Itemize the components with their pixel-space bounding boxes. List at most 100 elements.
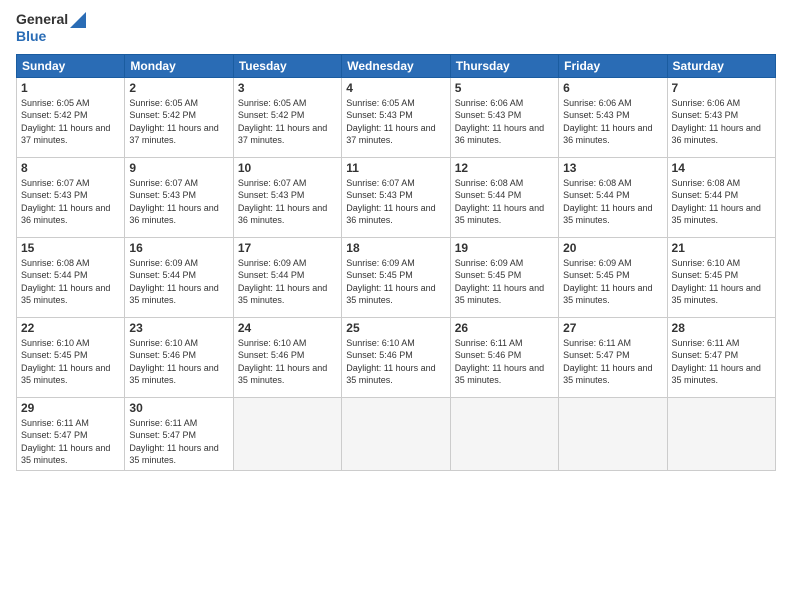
day-of-week-header: Friday xyxy=(559,54,667,77)
logo-general: General xyxy=(16,12,68,27)
day-number: 20 xyxy=(563,241,662,255)
sunrise-label: Sunrise: 6:10 AM xyxy=(672,258,741,268)
sunset-label: Sunset: 5:45 PM xyxy=(563,270,630,280)
daylight-label: Daylight: 11 hours and 35 minutes. xyxy=(21,283,110,306)
daylight-label: Daylight: 11 hours and 36 minutes. xyxy=(346,203,435,226)
calendar-table: SundayMondayTuesdayWednesdayThursdayFrid… xyxy=(16,54,776,471)
sunset-label: Sunset: 5:45 PM xyxy=(346,270,413,280)
daylight-label: Daylight: 11 hours and 35 minutes. xyxy=(238,363,327,386)
day-info: Sunrise: 6:11 AM Sunset: 5:47 PM Dayligh… xyxy=(21,417,120,467)
day-info: Sunrise: 6:06 AM Sunset: 5:43 PM Dayligh… xyxy=(563,97,662,147)
calendar-day-cell: 30 Sunrise: 6:11 AM Sunset: 5:47 PM Dayl… xyxy=(125,397,233,470)
daylight-label: Daylight: 11 hours and 35 minutes. xyxy=(238,283,327,306)
daylight-label: Daylight: 11 hours and 35 minutes. xyxy=(346,283,435,306)
day-of-week-header: Monday xyxy=(125,54,233,77)
day-info: Sunrise: 6:10 AM Sunset: 5:45 PM Dayligh… xyxy=(672,257,771,307)
daylight-label: Daylight: 11 hours and 35 minutes. xyxy=(21,363,110,386)
calendar-day-cell: 2 Sunrise: 6:05 AM Sunset: 5:42 PM Dayli… xyxy=(125,77,233,157)
day-info: Sunrise: 6:05 AM Sunset: 5:42 PM Dayligh… xyxy=(238,97,337,147)
day-info: Sunrise: 6:07 AM Sunset: 5:43 PM Dayligh… xyxy=(21,177,120,227)
day-number: 24 xyxy=(238,321,337,335)
sunset-label: Sunset: 5:44 PM xyxy=(455,190,522,200)
logo: General Blue xyxy=(16,12,86,46)
calendar-day-cell: 16 Sunrise: 6:09 AM Sunset: 5:44 PM Dayl… xyxy=(125,237,233,317)
day-of-week-header: Saturday xyxy=(667,54,775,77)
day-number: 13 xyxy=(563,161,662,175)
day-info: Sunrise: 6:06 AM Sunset: 5:43 PM Dayligh… xyxy=(672,97,771,147)
daylight-label: Daylight: 11 hours and 36 minutes. xyxy=(238,203,327,226)
day-number: 9 xyxy=(129,161,228,175)
daylight-label: Daylight: 11 hours and 37 minutes. xyxy=(346,123,435,146)
sunset-label: Sunset: 5:43 PM xyxy=(672,110,739,120)
daylight-label: Daylight: 11 hours and 35 minutes. xyxy=(129,283,218,306)
sunset-label: Sunset: 5:46 PM xyxy=(455,350,522,360)
daylight-label: Daylight: 11 hours and 35 minutes. xyxy=(129,363,218,386)
day-info: Sunrise: 6:11 AM Sunset: 5:47 PM Dayligh… xyxy=(129,417,228,467)
sunrise-label: Sunrise: 6:06 AM xyxy=(563,98,632,108)
sunset-label: Sunset: 5:43 PM xyxy=(455,110,522,120)
sunrise-label: Sunrise: 6:11 AM xyxy=(672,338,740,348)
calendar-day-cell: 23 Sunrise: 6:10 AM Sunset: 5:46 PM Dayl… xyxy=(125,317,233,397)
sunrise-label: Sunrise: 6:05 AM xyxy=(21,98,90,108)
sunset-label: Sunset: 5:44 PM xyxy=(238,270,305,280)
daylight-label: Daylight: 11 hours and 36 minutes. xyxy=(455,123,544,146)
sunrise-label: Sunrise: 6:05 AM xyxy=(129,98,198,108)
day-number: 10 xyxy=(238,161,337,175)
sunset-label: Sunset: 5:43 PM xyxy=(129,190,196,200)
sunset-label: Sunset: 5:42 PM xyxy=(21,110,88,120)
calendar-week-row: 29 Sunrise: 6:11 AM Sunset: 5:47 PM Dayl… xyxy=(17,397,776,470)
day-number: 28 xyxy=(672,321,771,335)
sunset-label: Sunset: 5:47 PM xyxy=(563,350,630,360)
day-info: Sunrise: 6:11 AM Sunset: 5:47 PM Dayligh… xyxy=(563,337,662,387)
calendar-day-cell: 11 Sunrise: 6:07 AM Sunset: 5:43 PM Dayl… xyxy=(342,157,450,237)
calendar-day-cell xyxy=(667,397,775,470)
sunset-label: Sunset: 5:47 PM xyxy=(672,350,739,360)
sunset-label: Sunset: 5:46 PM xyxy=(346,350,413,360)
day-number: 1 xyxy=(21,81,120,95)
day-number: 4 xyxy=(346,81,445,95)
day-info: Sunrise: 6:06 AM Sunset: 5:43 PM Dayligh… xyxy=(455,97,554,147)
calendar-day-cell xyxy=(559,397,667,470)
sunset-label: Sunset: 5:43 PM xyxy=(563,110,630,120)
day-number: 3 xyxy=(238,81,337,95)
day-of-week-header: Wednesday xyxy=(342,54,450,77)
sunset-label: Sunset: 5:43 PM xyxy=(238,190,305,200)
sunset-label: Sunset: 5:44 PM xyxy=(563,190,630,200)
sunset-label: Sunset: 5:46 PM xyxy=(238,350,305,360)
sunrise-label: Sunrise: 6:08 AM xyxy=(672,178,741,188)
daylight-label: Daylight: 11 hours and 37 minutes. xyxy=(129,123,218,146)
sunrise-label: Sunrise: 6:05 AM xyxy=(238,98,307,108)
sunrise-label: Sunrise: 6:11 AM xyxy=(129,418,197,428)
day-number: 29 xyxy=(21,401,120,415)
sunrise-label: Sunrise: 6:07 AM xyxy=(346,178,415,188)
sunset-label: Sunset: 5:47 PM xyxy=(129,430,196,440)
calendar-day-cell: 18 Sunrise: 6:09 AM Sunset: 5:45 PM Dayl… xyxy=(342,237,450,317)
calendar-day-cell: 14 Sunrise: 6:08 AM Sunset: 5:44 PM Dayl… xyxy=(667,157,775,237)
day-of-week-header: Thursday xyxy=(450,54,558,77)
sunrise-label: Sunrise: 6:11 AM xyxy=(21,418,89,428)
sunset-label: Sunset: 5:45 PM xyxy=(455,270,522,280)
sunrise-label: Sunrise: 6:08 AM xyxy=(21,258,90,268)
calendar-week-row: 15 Sunrise: 6:08 AM Sunset: 5:44 PM Dayl… xyxy=(17,237,776,317)
sunrise-label: Sunrise: 6:10 AM xyxy=(238,338,307,348)
day-of-week-header: Sunday xyxy=(17,54,125,77)
day-number: 26 xyxy=(455,321,554,335)
calendar-day-cell: 20 Sunrise: 6:09 AM Sunset: 5:45 PM Dayl… xyxy=(559,237,667,317)
calendar-day-cell: 7 Sunrise: 6:06 AM Sunset: 5:43 PM Dayli… xyxy=(667,77,775,157)
sunrise-label: Sunrise: 6:10 AM xyxy=(129,338,198,348)
day-number: 27 xyxy=(563,321,662,335)
daylight-label: Daylight: 11 hours and 35 minutes. xyxy=(563,363,652,386)
calendar-day-cell: 12 Sunrise: 6:08 AM Sunset: 5:44 PM Dayl… xyxy=(450,157,558,237)
day-info: Sunrise: 6:10 AM Sunset: 5:46 PM Dayligh… xyxy=(129,337,228,387)
day-info: Sunrise: 6:08 AM Sunset: 5:44 PM Dayligh… xyxy=(672,177,771,227)
sunset-label: Sunset: 5:43 PM xyxy=(346,190,413,200)
day-number: 8 xyxy=(21,161,120,175)
day-number: 17 xyxy=(238,241,337,255)
sunrise-label: Sunrise: 6:07 AM xyxy=(238,178,307,188)
sunrise-label: Sunrise: 6:11 AM xyxy=(455,338,523,348)
calendar-day-cell xyxy=(342,397,450,470)
daylight-label: Daylight: 11 hours and 35 minutes. xyxy=(672,283,761,306)
sunrise-label: Sunrise: 6:05 AM xyxy=(346,98,415,108)
sunrise-label: Sunrise: 6:06 AM xyxy=(672,98,741,108)
sunrise-label: Sunrise: 6:09 AM xyxy=(563,258,632,268)
